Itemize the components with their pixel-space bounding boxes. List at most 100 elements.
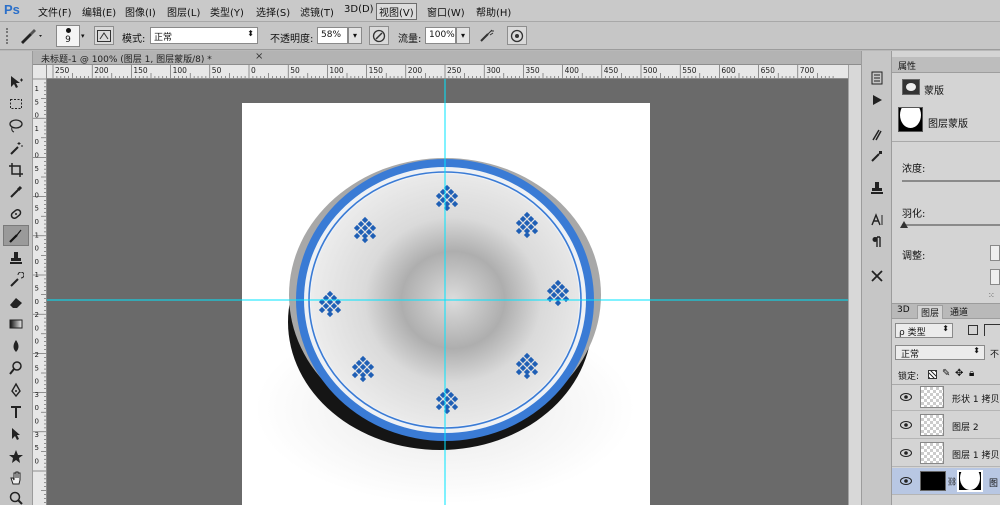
tab-layers[interactable]: 图层 [917, 305, 944, 319]
pressure-opacity-icon[interactable] [369, 26, 389, 45]
crop-tool-icon[interactable] [3, 159, 29, 180]
pressure-size-icon[interactable] [507, 26, 527, 45]
brush-size-value: 9 [65, 35, 71, 45]
flow-input[interactable]: 100% [425, 27, 456, 44]
vertical-scrollbar[interactable] [848, 65, 861, 505]
history-brush-tool-icon[interactable] [3, 269, 29, 290]
ruler-label: 350 [525, 66, 540, 75]
feather-slider[interactable] [902, 224, 1000, 226]
marquee-tool-icon[interactable] [3, 93, 29, 114]
chevron-down-icon[interactable]: ▾ [81, 32, 85, 40]
zoom-tool-icon[interactable] [3, 487, 29, 505]
opacity-dropdown-icon[interactable]: ▾ [348, 27, 362, 44]
lock-move-icon[interactable]: ✥ [955, 368, 963, 379]
opacity-input[interactable]: 58% [317, 27, 348, 44]
tab-channels[interactable]: 通道 [947, 305, 971, 319]
history-panel-icon[interactable] [868, 69, 886, 87]
airbrush-icon[interactable] [478, 27, 496, 45]
ruler-label: 700 [800, 66, 815, 75]
tab-properties[interactable]: 属性 [898, 59, 916, 72]
mode-select[interactable]: 正常 ⬍ [150, 27, 258, 44]
document-tab[interactable]: 未标题-1 @ 100% (图层 1, 图层蒙版/8) * × [33, 51, 861, 65]
path-selection-tool-icon[interactable] [3, 423, 29, 444]
layer-row-selected[interactable]: ⛓ 图 [892, 468, 1000, 495]
ruler-label: 0 [35, 191, 39, 199]
clone-source-icon[interactable] [868, 179, 886, 197]
brush-size-picker[interactable]: 9 [56, 25, 80, 47]
eye-icon[interactable] [900, 448, 912, 458]
type-tool-icon[interactable] [3, 401, 29, 422]
ruler-label: 3 [35, 431, 39, 439]
filter-adjustment-icon[interactable] [984, 324, 1000, 336]
move-tool-icon[interactable] [3, 71, 29, 92]
ruler-label: 5 [35, 364, 39, 372]
brush-panel-icon[interactable] [868, 147, 886, 165]
eye-icon[interactable] [900, 476, 912, 486]
play-actions-icon[interactable] [868, 91, 886, 109]
menu-select[interactable]: 选择(S) [256, 4, 290, 19]
layer-name: 图 [989, 479, 999, 489]
clone-stamp-tool-icon[interactable] [3, 247, 29, 268]
ruler-label: 0 [35, 138, 39, 146]
eye-icon[interactable] [900, 420, 912, 430]
character-panel-icon[interactable] [868, 211, 886, 229]
layer-filter-select[interactable]: ρ 类型 ⬍ [895, 323, 953, 338]
layer-mask-thumbnail[interactable] [957, 470, 983, 492]
lock-all-icon[interactable]: 🔒︎ [969, 368, 974, 379]
layer-mask-thumbnail[interactable] [898, 107, 923, 132]
blur-tool-icon[interactable] [3, 335, 29, 356]
document-canvas[interactable] [47, 79, 861, 505]
opacity-label: 不透明度: [270, 34, 314, 45]
brush-presets-icon[interactable] [868, 125, 886, 143]
feather-label: 羽化: [902, 209, 926, 220]
hand-tool-icon[interactable] [3, 467, 29, 488]
close-icon[interactable]: × [255, 51, 263, 62]
menu-image[interactable]: 图像(I) [125, 4, 156, 19]
layer-row[interactable]: 图层 2 [892, 412, 1000, 439]
link-icon[interactable]: ⛓ [947, 477, 957, 486]
feather-slider-thumb-icon[interactable] [900, 221, 908, 228]
dodge-tool-icon[interactable] [3, 357, 29, 378]
gradient-tool-icon[interactable] [3, 313, 29, 334]
filter-pixel-icon[interactable] [968, 325, 978, 335]
document-tab-title: 未标题-1 @ 100% (图层 1, 图层蒙版/8) * [41, 55, 212, 65]
menu-view[interactable]: 视图(V) [376, 3, 417, 20]
ruler-label: 50 [212, 66, 222, 75]
brush-tool-preset-icon[interactable] [16, 26, 46, 46]
layer-row[interactable]: 形状 1 拷贝 [892, 384, 1000, 411]
lock-transparent-icon[interactable] [928, 370, 937, 379]
paragraph-panel-icon[interactable] [868, 233, 886, 251]
resize-grip-icon[interactable]: ⁙ [988, 291, 995, 300]
vertical-ruler[interactable]: 1 5 0 1 0 0 5 0 0 5 0 1 0 0 1 5 0 2 0 0 2 5 0 3 0 0 3 5 0 [33, 65, 47, 505]
layer-row[interactable]: 图层 1 拷贝 [892, 440, 1000, 467]
horizontal-ruler[interactable]: 250 200 150 100 50 0 50 100 150 200 250 300 350 400 45… [47, 65, 861, 79]
canvas-area[interactable] [47, 79, 861, 505]
tool-presets-icon[interactable] [868, 267, 886, 285]
menu-window[interactable]: 窗口(W) [427, 4, 465, 19]
brush-tool-icon[interactable] [3, 225, 29, 246]
menu-filter[interactable]: 滤镜(T) [300, 4, 334, 19]
color-range-button[interactable] [990, 269, 1000, 285]
lock-paint-icon[interactable]: ✎ [942, 368, 950, 379]
flow-dropdown-icon[interactable]: ▾ [456, 27, 470, 44]
custom-shape-tool-icon[interactable] [3, 445, 29, 466]
density-slider[interactable] [902, 180, 1000, 182]
magic-wand-tool-icon[interactable] [3, 137, 29, 158]
menu-file[interactable]: 文件(F) [38, 4, 72, 19]
mask-edge-button[interactable] [990, 245, 1000, 261]
tab-3d[interactable]: 3D [894, 305, 913, 319]
eye-icon[interactable] [900, 392, 912, 402]
blend-mode-select[interactable]: 正常 ⬍ [895, 345, 985, 360]
eyedropper-tool-icon[interactable] [3, 181, 29, 202]
menu-help[interactable]: 帮助(H) [476, 4, 511, 19]
menu-type[interactable]: 类型(Y) [210, 4, 244, 19]
lasso-tool-icon[interactable] [3, 115, 29, 136]
healing-brush-tool-icon[interactable] [3, 203, 29, 224]
pen-tool-icon[interactable] [3, 379, 29, 400]
properties-divider [892, 141, 1000, 142]
menu-edit[interactable]: 编辑(E) [82, 4, 116, 19]
menu-layer[interactable]: 图层(L) [167, 4, 200, 19]
brush-panel-toggle-icon[interactable] [94, 26, 114, 45]
eraser-tool-icon[interactable] [3, 291, 29, 312]
menu-3d[interactable]: 3D(D) [344, 4, 374, 15]
